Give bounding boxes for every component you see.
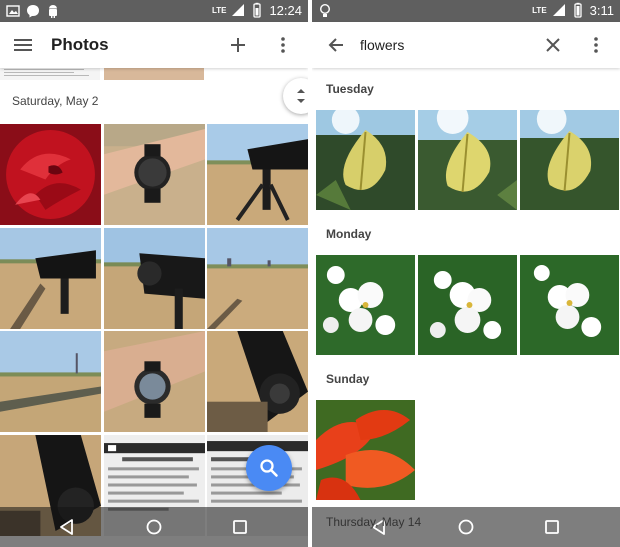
battery-icon: [574, 2, 582, 18]
menu-icon[interactable]: [14, 37, 32, 53]
section-header-thursday: Thursday, May 14: [326, 515, 422, 529]
android-notification-icon: [49, 5, 57, 18]
photo-thumbnail[interactable]: [207, 227, 308, 329]
previous-row-partial: [0, 68, 308, 82]
photo-thumbnail[interactable]: [316, 110, 415, 210]
photo-thumbnail[interactable]: [418, 255, 517, 355]
section-header-sunday: Sunday: [326, 372, 370, 386]
search-results-screen: LTE 3:11 flowers Tuesday Monday Sunday T…: [312, 0, 620, 547]
photo-thumbnail[interactable]: [0, 331, 101, 432]
section-header-monday: Monday: [326, 227, 372, 241]
nav-home-icon[interactable]: [145, 518, 163, 536]
more-vert-icon[interactable]: [279, 36, 287, 54]
image-notification-icon: [6, 5, 20, 17]
photos-screen: LTE 12:24 Photos Saturday, May 2: [0, 0, 308, 547]
close-icon[interactable]: [546, 38, 560, 52]
battery-icon: [253, 2, 262, 18]
more-vert-icon[interactable]: [592, 36, 600, 54]
nav-home-icon[interactable]: [457, 518, 475, 536]
messenger-notification-icon: [27, 5, 39, 18]
photo-thumbnail[interactable]: [207, 331, 308, 432]
document-thumbnail-partial[interactable]: [0, 68, 100, 80]
photo-thumbnail[interactable]: [207, 124, 308, 225]
section-header-tuesday: Tuesday: [326, 82, 374, 96]
status-bar: LTE 3:11: [312, 0, 620, 22]
fast-scroll-handle[interactable]: [283, 78, 308, 114]
back-arrow-icon[interactable]: [328, 37, 344, 53]
photo-thumbnail[interactable]: [103, 124, 205, 225]
photo-thumbnail[interactable]: [520, 255, 619, 355]
status-bar: LTE 12:24: [0, 0, 308, 22]
signal-icon: [232, 4, 245, 16]
search-icon: [260, 459, 278, 477]
photo-thumbnail[interactable]: [103, 227, 205, 329]
app-title: Photos: [51, 35, 109, 54]
photo-thumbnail[interactable]: [0, 227, 101, 329]
date-header: Saturday, May 2: [12, 94, 99, 108]
search-input[interactable]: flowers: [360, 37, 404, 53]
status-time: 12:24: [269, 2, 302, 18]
nav-recents-icon[interactable]: [231, 518, 249, 536]
status-time: 3:11: [589, 2, 614, 18]
results-row-sunday: [316, 400, 620, 500]
photo-thumbnail[interactable]: [520, 110, 619, 210]
photo-thumbnail[interactable]: [418, 110, 517, 210]
network-type-label: LTE: [532, 5, 547, 15]
network-type-label: LTE: [211, 5, 227, 15]
navigation-bar: [0, 507, 308, 547]
results-row-monday: [316, 255, 620, 355]
photo-thumbnail[interactable]: [0, 124, 101, 225]
search-bar: flowers: [312, 22, 620, 68]
results-row-tuesday: [316, 110, 620, 210]
scroll-arrows-icon: [297, 89, 305, 103]
nav-recents-icon[interactable]: [543, 518, 561, 536]
photo-thumbnail-partial[interactable]: [104, 68, 204, 80]
nav-back-icon[interactable]: [58, 518, 76, 536]
photo-thumbnail[interactable]: [103, 331, 205, 432]
lightbulb-notification-icon: [319, 3, 331, 17]
photo-thumbnail[interactable]: [316, 255, 415, 355]
search-fab[interactable]: [246, 445, 292, 491]
app-bar: Photos: [0, 22, 308, 68]
add-icon[interactable]: [230, 37, 246, 53]
signal-icon: [552, 4, 565, 16]
photo-thumbnail[interactable]: [316, 400, 415, 500]
